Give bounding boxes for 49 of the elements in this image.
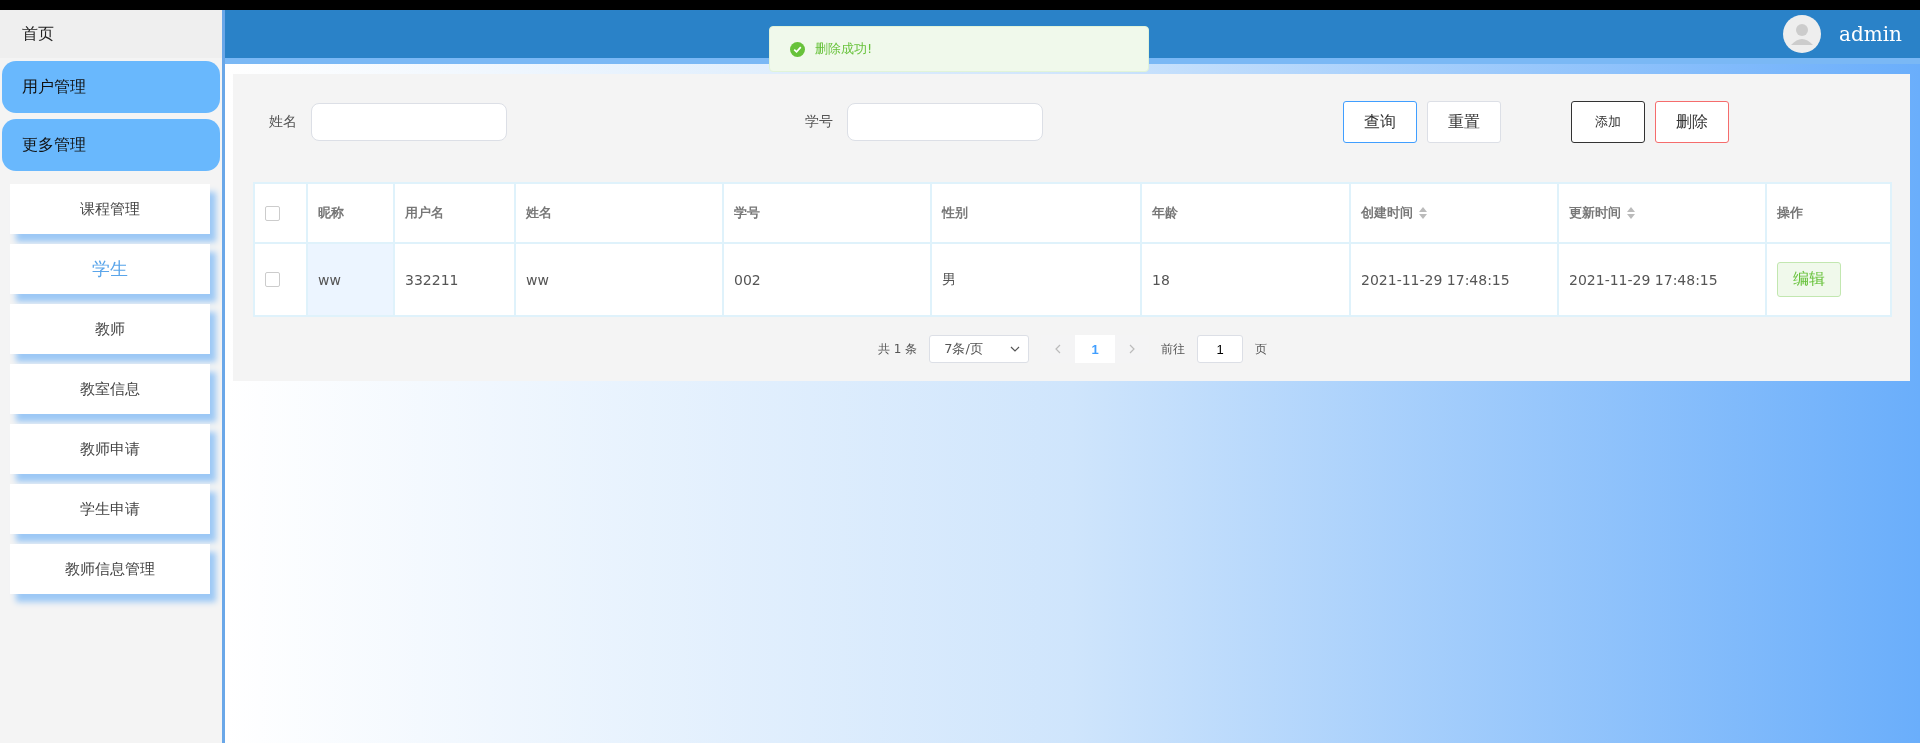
action-button[interactable]: 重置 bbox=[1427, 101, 1501, 143]
name-input[interactable] bbox=[311, 103, 507, 141]
home-menu-item[interactable]: 首页 bbox=[0, 10, 222, 58]
table-cell: 男 bbox=[932, 244, 1142, 317]
column-title: 用户名 bbox=[405, 204, 444, 222]
table-cell: 002 bbox=[724, 244, 932, 317]
username: admin bbox=[1839, 22, 1902, 46]
column-title: 更新时间 bbox=[1569, 204, 1621, 222]
action-button[interactable]: 删除 bbox=[1655, 101, 1729, 143]
table-cell: ww bbox=[308, 244, 395, 317]
table-cell: 332211 bbox=[395, 244, 516, 317]
student-id-input[interactable] bbox=[847, 103, 1043, 141]
table-cell: 2021-11-29 17:48:15 bbox=[1559, 244, 1767, 317]
avatar-icon bbox=[1783, 15, 1822, 53]
column-title: 操作 bbox=[1777, 204, 1803, 222]
column-title: 学号 bbox=[734, 204, 760, 222]
menu-item[interactable]: 教室信息 bbox=[10, 364, 210, 414]
column-title: 创建时间 bbox=[1361, 204, 1413, 222]
check-circle-icon bbox=[790, 41, 805, 57]
sort-icon[interactable] bbox=[1419, 207, 1427, 219]
total-count: 共 1 条 bbox=[877, 340, 918, 358]
goto-page-input[interactable]: 1 bbox=[1197, 335, 1244, 363]
table-cell: 2021-11-29 17:48:15 bbox=[1351, 244, 1559, 317]
page-suffix: 页 bbox=[1255, 340, 1268, 358]
checkbox[interactable] bbox=[265, 272, 280, 287]
menu-item[interactable]: 教师信息管理 bbox=[10, 544, 210, 594]
menu-item[interactable]: 学生申请 bbox=[10, 484, 210, 534]
menu-group[interactable]: 更多管理 bbox=[2, 119, 220, 171]
page-size-value: 7条/页 bbox=[944, 340, 983, 358]
checkbox[interactable] bbox=[265, 205, 280, 221]
column-title: 昵称 bbox=[318, 204, 344, 222]
field-label: 姓名 bbox=[269, 113, 297, 131]
field-label: 学号 bbox=[805, 113, 833, 131]
menu-group[interactable]: 用户管理 bbox=[2, 61, 220, 113]
table-cell: 18 bbox=[1142, 244, 1351, 317]
column-title: 性别 bbox=[942, 204, 968, 222]
toast-text: 删除成功! bbox=[815, 40, 873, 58]
menu-item[interactable]: 课程管理 bbox=[10, 184, 210, 234]
menu-item[interactable]: 教师申请 bbox=[10, 424, 210, 474]
chevron-down-icon bbox=[1010, 344, 1021, 354]
column-title: 年龄 bbox=[1152, 204, 1178, 222]
page-size-select[interactable]: 7条/页 bbox=[929, 335, 1030, 363]
column-title: 姓名 bbox=[526, 204, 552, 222]
action-button[interactable]: 查询 bbox=[1343, 101, 1417, 143]
action-button[interactable]: 添加 bbox=[1571, 101, 1645, 143]
goto-label: 前往 bbox=[1161, 340, 1186, 358]
menu-item[interactable]: 教师 bbox=[10, 304, 210, 354]
table-cell: ww bbox=[516, 244, 724, 317]
sort-icon[interactable] bbox=[1627, 207, 1635, 219]
